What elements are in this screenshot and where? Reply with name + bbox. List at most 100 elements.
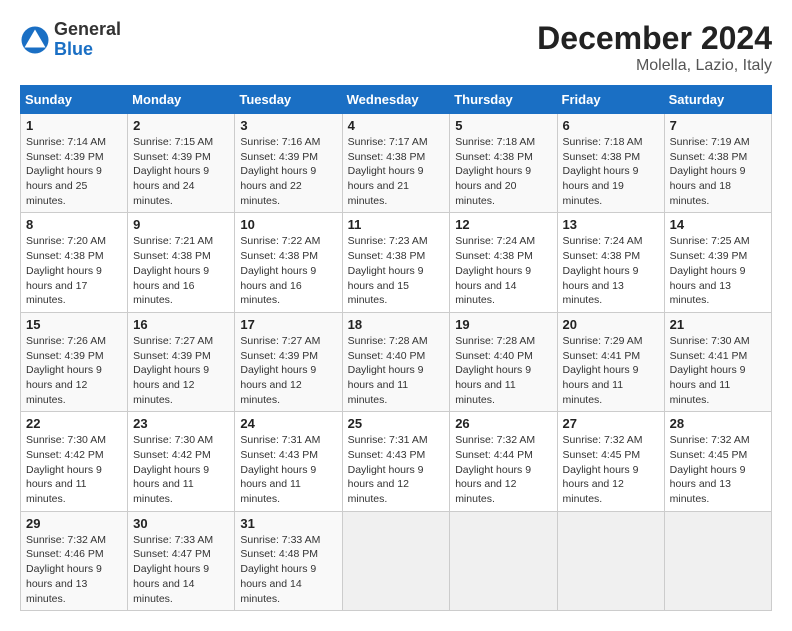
table-row: 15 Sunrise: 7:26 AMSunset: 4:39 PMDaylig… bbox=[21, 312, 128, 411]
day-info: Sunrise: 7:28 AMSunset: 4:40 PMDaylight … bbox=[348, 335, 428, 406]
weekday-header-row: Sunday Monday Tuesday Wednesday Thursday… bbox=[21, 86, 772, 114]
day-info: Sunrise: 7:27 AMSunset: 4:39 PMDaylight … bbox=[133, 335, 213, 406]
col-sunday: Sunday bbox=[21, 86, 128, 114]
table-row: 3 Sunrise: 7:16 AMSunset: 4:39 PMDayligh… bbox=[235, 114, 342, 213]
calendar-row: 29 Sunrise: 7:32 AMSunset: 4:46 PMDaylig… bbox=[21, 511, 772, 610]
day-info: Sunrise: 7:18 AMSunset: 4:38 PMDaylight … bbox=[563, 136, 643, 207]
col-friday: Friday bbox=[557, 86, 664, 114]
day-number: 11 bbox=[348, 217, 445, 232]
calendar-row: 22 Sunrise: 7:30 AMSunset: 4:42 PMDaylig… bbox=[21, 412, 772, 511]
calendar: Sunday Monday Tuesday Wednesday Thursday… bbox=[20, 85, 772, 611]
day-info: Sunrise: 7:14 AMSunset: 4:39 PMDaylight … bbox=[26, 136, 106, 207]
location-title: Molella, Lazio, Italy bbox=[537, 57, 772, 75]
day-info: Sunrise: 7:26 AMSunset: 4:39 PMDaylight … bbox=[26, 335, 106, 406]
header: General Blue December 2024 Molella, Lazi… bbox=[20, 20, 772, 75]
day-info: Sunrise: 7:20 AMSunset: 4:38 PMDaylight … bbox=[26, 235, 106, 306]
day-info: Sunrise: 7:24 AMSunset: 4:38 PMDaylight … bbox=[455, 235, 535, 306]
day-info: Sunrise: 7:32 AMSunset: 4:45 PMDaylight … bbox=[563, 434, 643, 505]
day-info: Sunrise: 7:22 AMSunset: 4:38 PMDaylight … bbox=[240, 235, 320, 306]
col-thursday: Thursday bbox=[450, 86, 557, 114]
day-number: 18 bbox=[348, 317, 445, 332]
table-row: 24 Sunrise: 7:31 AMSunset: 4:43 PMDaylig… bbox=[235, 412, 342, 511]
day-info: Sunrise: 7:30 AMSunset: 4:42 PMDaylight … bbox=[26, 434, 106, 505]
day-number: 8 bbox=[26, 217, 122, 232]
table-row: 30 Sunrise: 7:33 AMSunset: 4:47 PMDaylig… bbox=[128, 511, 235, 610]
day-number: 2 bbox=[133, 118, 229, 133]
col-monday: Monday bbox=[128, 86, 235, 114]
table-row: 11 Sunrise: 7:23 AMSunset: 4:38 PMDaylig… bbox=[342, 213, 450, 312]
table-row: 5 Sunrise: 7:18 AMSunset: 4:38 PMDayligh… bbox=[450, 114, 557, 213]
table-row: 26 Sunrise: 7:32 AMSunset: 4:44 PMDaylig… bbox=[450, 412, 557, 511]
logo-general-text: General bbox=[54, 20, 121, 40]
day-number: 22 bbox=[26, 416, 122, 431]
day-number: 15 bbox=[26, 317, 122, 332]
day-number: 16 bbox=[133, 317, 229, 332]
day-info: Sunrise: 7:31 AMSunset: 4:43 PMDaylight … bbox=[240, 434, 320, 505]
day-info: Sunrise: 7:15 AMSunset: 4:39 PMDaylight … bbox=[133, 136, 213, 207]
day-number: 12 bbox=[455, 217, 551, 232]
table-row bbox=[664, 511, 771, 610]
table-row: 20 Sunrise: 7:29 AMSunset: 4:41 PMDaylig… bbox=[557, 312, 664, 411]
table-row: 25 Sunrise: 7:31 AMSunset: 4:43 PMDaylig… bbox=[342, 412, 450, 511]
day-info: Sunrise: 7:30 AMSunset: 4:41 PMDaylight … bbox=[670, 335, 750, 406]
day-info: Sunrise: 7:21 AMSunset: 4:38 PMDaylight … bbox=[133, 235, 213, 306]
month-title: December 2024 bbox=[537, 20, 772, 57]
table-row bbox=[450, 511, 557, 610]
day-number: 13 bbox=[563, 217, 659, 232]
table-row: 18 Sunrise: 7:28 AMSunset: 4:40 PMDaylig… bbox=[342, 312, 450, 411]
day-info: Sunrise: 7:32 AMSunset: 4:44 PMDaylight … bbox=[455, 434, 535, 505]
day-number: 4 bbox=[348, 118, 445, 133]
day-info: Sunrise: 7:33 AMSunset: 4:48 PMDaylight … bbox=[240, 534, 320, 605]
day-number: 6 bbox=[563, 118, 659, 133]
day-number: 5 bbox=[455, 118, 551, 133]
table-row: 19 Sunrise: 7:28 AMSunset: 4:40 PMDaylig… bbox=[450, 312, 557, 411]
table-row: 14 Sunrise: 7:25 AMSunset: 4:39 PMDaylig… bbox=[664, 213, 771, 312]
table-row: 6 Sunrise: 7:18 AMSunset: 4:38 PMDayligh… bbox=[557, 114, 664, 213]
col-tuesday: Tuesday bbox=[235, 86, 342, 114]
table-row: 1 Sunrise: 7:14 AMSunset: 4:39 PMDayligh… bbox=[21, 114, 128, 213]
day-number: 20 bbox=[563, 317, 659, 332]
title-area: December 2024 Molella, Lazio, Italy bbox=[537, 20, 772, 75]
day-number: 30 bbox=[133, 516, 229, 531]
day-number: 21 bbox=[670, 317, 766, 332]
day-number: 26 bbox=[455, 416, 551, 431]
day-info: Sunrise: 7:33 AMSunset: 4:47 PMDaylight … bbox=[133, 534, 213, 605]
day-number: 17 bbox=[240, 317, 336, 332]
table-row: 28 Sunrise: 7:32 AMSunset: 4:45 PMDaylig… bbox=[664, 412, 771, 511]
day-info: Sunrise: 7:32 AMSunset: 4:45 PMDaylight … bbox=[670, 434, 750, 505]
day-number: 3 bbox=[240, 118, 336, 133]
day-info: Sunrise: 7:18 AMSunset: 4:38 PMDaylight … bbox=[455, 136, 535, 207]
day-info: Sunrise: 7:31 AMSunset: 4:43 PMDaylight … bbox=[348, 434, 428, 505]
day-info: Sunrise: 7:19 AMSunset: 4:38 PMDaylight … bbox=[670, 136, 750, 207]
logo-blue-text: Blue bbox=[54, 40, 121, 60]
table-row: 21 Sunrise: 7:30 AMSunset: 4:41 PMDaylig… bbox=[664, 312, 771, 411]
logo-text: General Blue bbox=[54, 20, 121, 60]
table-row: 12 Sunrise: 7:24 AMSunset: 4:38 PMDaylig… bbox=[450, 213, 557, 312]
day-info: Sunrise: 7:32 AMSunset: 4:46 PMDaylight … bbox=[26, 534, 106, 605]
day-info: Sunrise: 7:24 AMSunset: 4:38 PMDaylight … bbox=[563, 235, 643, 306]
day-number: 19 bbox=[455, 317, 551, 332]
table-row: 10 Sunrise: 7:22 AMSunset: 4:38 PMDaylig… bbox=[235, 213, 342, 312]
calendar-row: 1 Sunrise: 7:14 AMSunset: 4:39 PMDayligh… bbox=[21, 114, 772, 213]
table-row: 29 Sunrise: 7:32 AMSunset: 4:46 PMDaylig… bbox=[21, 511, 128, 610]
logo: General Blue bbox=[20, 20, 121, 60]
day-info: Sunrise: 7:25 AMSunset: 4:39 PMDaylight … bbox=[670, 235, 750, 306]
table-row: 7 Sunrise: 7:19 AMSunset: 4:38 PMDayligh… bbox=[664, 114, 771, 213]
table-row: 23 Sunrise: 7:30 AMSunset: 4:42 PMDaylig… bbox=[128, 412, 235, 511]
table-row: 4 Sunrise: 7:17 AMSunset: 4:38 PMDayligh… bbox=[342, 114, 450, 213]
day-info: Sunrise: 7:27 AMSunset: 4:39 PMDaylight … bbox=[240, 335, 320, 406]
table-row: 2 Sunrise: 7:15 AMSunset: 4:39 PMDayligh… bbox=[128, 114, 235, 213]
day-number: 29 bbox=[26, 516, 122, 531]
logo-icon bbox=[20, 25, 50, 55]
table-row bbox=[342, 511, 450, 610]
day-number: 27 bbox=[563, 416, 659, 431]
day-number: 7 bbox=[670, 118, 766, 133]
table-row: 8 Sunrise: 7:20 AMSunset: 4:38 PMDayligh… bbox=[21, 213, 128, 312]
day-number: 14 bbox=[670, 217, 766, 232]
col-saturday: Saturday bbox=[664, 86, 771, 114]
col-wednesday: Wednesday bbox=[342, 86, 450, 114]
day-number: 23 bbox=[133, 416, 229, 431]
day-number: 9 bbox=[133, 217, 229, 232]
day-info: Sunrise: 7:16 AMSunset: 4:39 PMDaylight … bbox=[240, 136, 320, 207]
day-number: 31 bbox=[240, 516, 336, 531]
